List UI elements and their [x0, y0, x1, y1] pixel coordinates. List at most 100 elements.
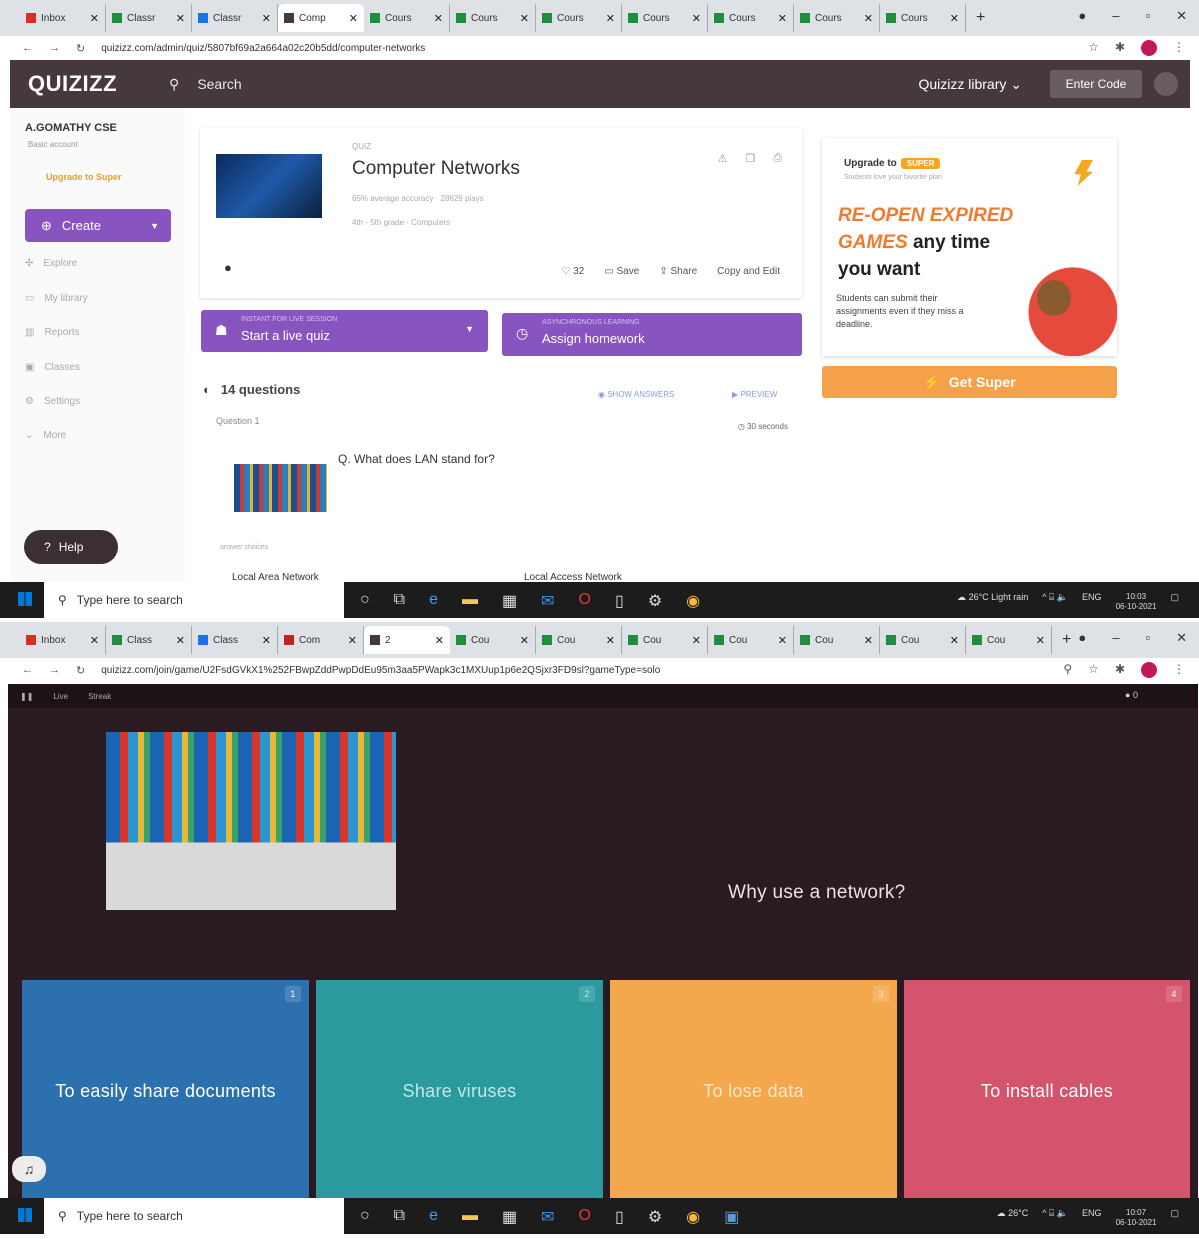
clock[interactable]: 10:03 06-10-2021	[1116, 592, 1157, 612]
mail-icon[interactable]: ✉	[541, 1207, 554, 1227]
like-button[interactable]: ♡ 32	[561, 266, 584, 277]
minimize-button[interactable]: –	[1112, 8, 1119, 24]
url-field[interactable]: quizizz.com/join/game/U2FsdGVkX1%252FBwp…	[101, 665, 660, 676]
store-icon[interactable]: ▦	[502, 1207, 517, 1227]
profile-avatar[interactable]	[1141, 40, 1157, 56]
browser-tab[interactable]: Cours ✕	[708, 4, 794, 32]
app-icon[interactable]: ▣	[724, 1207, 739, 1227]
taskbar-search[interactable]: ⚲ Type here to search	[44, 582, 344, 618]
settings-icon[interactable]: ⚙	[648, 1207, 662, 1227]
close-tab-icon[interactable]: ✕	[176, 12, 185, 25]
task-view-icon[interactable]: ⧉	[394, 1207, 405, 1227]
library-dropdown[interactable]: Quizizz library ⌄	[918, 76, 1022, 93]
close-tab-icon[interactable]: ✕	[90, 634, 99, 647]
help-button[interactable]: ? Help	[24, 530, 118, 564]
browser-tab[interactable]: Class ✕	[106, 626, 192, 654]
url-field[interactable]: quizizz.com/admin/quiz/5807bf69a2a664a02…	[101, 43, 425, 54]
sidebar-item-explore[interactable]: ✣ Explore	[25, 258, 77, 269]
close-tab-icon[interactable]: ✕	[520, 12, 529, 25]
show-answers-toggle[interactable]: ◉ SHOW ANSWERS	[598, 390, 674, 399]
maximize-button[interactable]: ▫	[1145, 630, 1150, 646]
file-explorer-icon[interactable]: ▬	[462, 591, 478, 611]
browser-tab[interactable]: Comp ✕	[278, 4, 364, 32]
close-tab-icon[interactable]: ✕	[606, 634, 615, 647]
close-tab-icon[interactable]: ✕	[864, 12, 873, 25]
upgrade-link[interactable]: Upgrade to Super	[46, 172, 122, 182]
print-icon[interactable]: ⎙	[773, 152, 782, 165]
file-explorer-icon[interactable]: ▬	[462, 1207, 478, 1227]
browser-tab[interactable]: Cours ✕	[450, 4, 536, 32]
browser-tab[interactable]: Cou ✕	[536, 626, 622, 654]
sidebar-item-classes[interactable]: ▣ Classes	[25, 362, 80, 373]
bookmark-star-icon[interactable]: ☆	[1088, 40, 1099, 56]
profile-icon[interactable]: ●	[1078, 8, 1086, 24]
browser-tab[interactable]: Cours ✕	[536, 4, 622, 32]
browser-tab[interactable]: Cou ✕	[708, 626, 794, 654]
cortana-icon[interactable]: ○	[360, 591, 370, 611]
close-tab-icon[interactable]: ✕	[692, 634, 701, 647]
profile-icon[interactable]: ●	[1078, 630, 1086, 646]
copy-icon[interactable]: ❐	[745, 152, 755, 165]
answer-option-2[interactable]: 2 Share viruses	[316, 980, 603, 1202]
quizizz-logo[interactable]: QUIZIZZ	[28, 71, 117, 97]
answer-option-1[interactable]: 1 To easily share documents	[22, 980, 309, 1202]
document-icon[interactable]: ▯	[615, 591, 624, 611]
weather-widget[interactable]: ☁ 26°C	[997, 1208, 1029, 1228]
save-button[interactable]: ▭ Save	[604, 266, 639, 277]
notification-icon[interactable]: ▢	[1170, 592, 1179, 612]
extensions-icon[interactable]: ✱	[1115, 662, 1125, 678]
close-tab-icon[interactable]: ✕	[864, 634, 873, 647]
windows-start-icon[interactable]	[18, 592, 32, 606]
answer-option-3[interactable]: 3 To lose data	[610, 980, 897, 1202]
document-icon[interactable]: ▯	[615, 1207, 624, 1227]
forward-icon[interactable]: →	[49, 42, 60, 54]
browser-tab[interactable]: Inbox ✕	[20, 4, 106, 32]
close-tab-icon[interactable]: ✕	[1036, 634, 1045, 647]
weather-widget[interactable]: ☁ 26°C Light rain	[957, 592, 1028, 612]
windows-start-icon[interactable]	[18, 1208, 32, 1222]
zoom-icon[interactable]: ⚲	[1063, 662, 1072, 678]
close-tab-icon[interactable]: ✕	[692, 12, 701, 25]
close-tab-icon[interactable]: ✕	[348, 634, 357, 647]
system-tray-icons[interactable]: ^ ⌸ 🔈	[1042, 1208, 1068, 1228]
answer-option-4[interactable]: 4 To install cables	[904, 980, 1190, 1202]
new-tab-icon[interactable]: +	[1062, 631, 1071, 649]
browser-tab[interactable]: Cours ✕	[794, 4, 880, 32]
menu-icon[interactable]: ⋮	[1173, 662, 1185, 678]
sidebar-item-more[interactable]: ⌄ More	[25, 430, 66, 441]
browser-tab[interactable]: 2 ✕	[364, 626, 450, 654]
close-tab-icon[interactable]: ✕	[90, 12, 99, 25]
browser-tab[interactable]: Cours ✕	[880, 4, 966, 32]
sidebar-item-reports[interactable]: ▥ Reports	[25, 327, 79, 338]
back-icon[interactable]: ←	[22, 664, 33, 676]
taskbar-search[interactable]: ⚲ Type here to search	[44, 1198, 344, 1234]
browser-tab[interactable]: Cou ✕	[880, 626, 966, 654]
minimize-button[interactable]: –	[1112, 630, 1119, 646]
close-tab-icon[interactable]: ✕	[778, 634, 787, 647]
task-view-icon[interactable]: ⧉	[394, 591, 405, 611]
close-tab-icon[interactable]: ✕	[435, 634, 444, 647]
music-toggle-button[interactable]: ♫	[12, 1156, 46, 1182]
close-tab-icon[interactable]: ✕	[778, 12, 787, 25]
new-tab-icon[interactable]: +	[976, 9, 985, 27]
close-window-button[interactable]: ✕	[1176, 8, 1187, 24]
close-tab-icon[interactable]: ✕	[606, 12, 615, 25]
extensions-icon[interactable]: ✱	[1115, 40, 1125, 56]
browser-tab[interactable]: Cou ✕	[794, 626, 880, 654]
browser-tab[interactable]: Cours ✕	[622, 4, 708, 32]
close-tab-icon[interactable]: ✕	[950, 12, 959, 25]
close-tab-icon[interactable]: ✕	[520, 634, 529, 647]
search-box[interactable]: ⚲ Search	[169, 76, 242, 93]
close-tab-icon[interactable]: ✕	[262, 634, 271, 647]
get-super-button[interactable]: ⚡ Get Super	[822, 366, 1117, 398]
menu-icon[interactable]: ⋮	[1173, 40, 1185, 56]
bookmark-star-icon[interactable]: ☆	[1088, 662, 1099, 678]
close-tab-icon[interactable]: ✕	[950, 634, 959, 647]
share-button[interactable]: ⇪ Share	[659, 266, 697, 277]
chrome-icon[interactable]: ◉	[686, 591, 700, 611]
browser-tab[interactable]: Com ✕	[278, 626, 364, 654]
close-tab-icon[interactable]: ✕	[176, 634, 185, 647]
browser-tab[interactable]: Cou ✕	[450, 626, 536, 654]
chrome-icon[interactable]: ◉	[686, 1207, 700, 1227]
create-button[interactable]: ⊕ Create ▼	[25, 209, 171, 242]
